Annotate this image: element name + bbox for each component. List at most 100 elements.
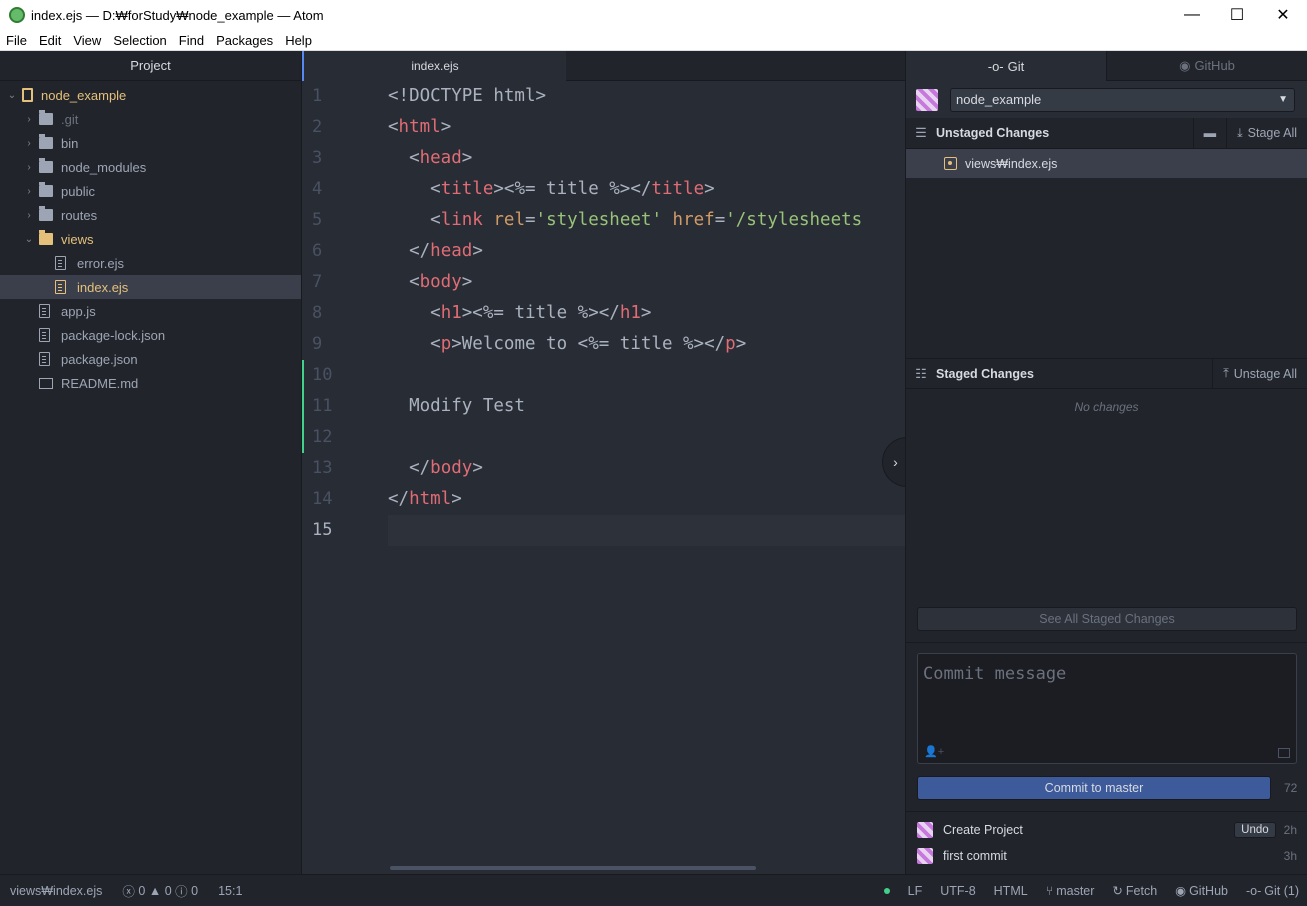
discard-all-button[interactable]: ▬ bbox=[1192, 117, 1227, 149]
menu-file[interactable]: File bbox=[0, 33, 33, 48]
tab-index-ejs[interactable]: index.ejs bbox=[302, 51, 566, 81]
tree-item-label: views bbox=[61, 231, 94, 247]
code-line[interactable] bbox=[388, 515, 905, 546]
code-line[interactable]: <p>Welcome to <%= title %></p> bbox=[388, 329, 905, 360]
horizontal-scrollbar[interactable] bbox=[390, 866, 756, 870]
recent-commit-item[interactable]: Create Project Undo 2h bbox=[906, 818, 1307, 842]
menu-selection[interactable]: Selection bbox=[107, 33, 172, 48]
file-icon bbox=[55, 256, 66, 270]
tab-github[interactable]: ◉ GitHub bbox=[1106, 51, 1307, 81]
fetch-button[interactable]: ↻ Fetch bbox=[1112, 883, 1158, 899]
unstage-all-label: Unstage All bbox=[1233, 366, 1297, 381]
expand-icon[interactable] bbox=[1278, 748, 1290, 758]
code-line[interactable]: <body> bbox=[388, 267, 905, 298]
tree-item[interactable]: package.json bbox=[0, 347, 301, 371]
tree-item-label: .git bbox=[61, 111, 79, 127]
avatar bbox=[916, 88, 938, 111]
remaining-char-count: 72 bbox=[1284, 781, 1298, 795]
tree-item[interactable]: error.ejs bbox=[0, 251, 301, 275]
recent-commit-item[interactable]: first commit 3h bbox=[906, 844, 1307, 868]
menu-find[interactable]: Find bbox=[173, 33, 210, 48]
linter-status[interactable]: ⓧ 0 ▲ 0 ⓘ 0 bbox=[122, 881, 198, 900]
tree-item-label: README.md bbox=[61, 375, 139, 391]
line-number: 11 bbox=[302, 391, 362, 422]
git-label: Git (1) bbox=[1264, 883, 1299, 898]
menu-view[interactable]: View bbox=[67, 33, 107, 48]
folder-icon bbox=[39, 134, 53, 149]
code-line[interactable]: <!DOCTYPE html> bbox=[388, 81, 905, 112]
line-number: 8 bbox=[312, 303, 323, 323]
tree-header[interactable]: Project bbox=[0, 51, 301, 81]
code-line[interactable] bbox=[388, 422, 905, 453]
tree-item[interactable]: › bin bbox=[0, 131, 301, 155]
tree-item[interactable]: README.md bbox=[0, 371, 301, 395]
menu-edit[interactable]: Edit bbox=[33, 33, 67, 48]
tree-item[interactable]: index.ejs bbox=[0, 275, 301, 299]
line-number: 2 bbox=[312, 117, 323, 137]
window-title: index.ejs — D:₩forStudy₩node_example — A… bbox=[31, 7, 324, 23]
code-line[interactable]: </html> bbox=[388, 484, 905, 515]
code-line[interactable]: <link rel='stylesheet' href='/stylesheet… bbox=[388, 205, 905, 236]
staged-header: ☷ Staged Changes ⤒ Unstage All bbox=[906, 358, 1307, 389]
close-button[interactable]: ✕ bbox=[1260, 0, 1306, 30]
maximize-button[interactable]: ☐ bbox=[1214, 0, 1260, 30]
chevron-right-icon: › bbox=[893, 454, 898, 470]
commit-message-editor[interactable]: Commit message 👤+ bbox=[917, 653, 1297, 764]
info-icon: ⓘ bbox=[175, 885, 188, 899]
minimize-button[interactable]: — bbox=[1169, 0, 1215, 30]
code-line[interactable]: <html> bbox=[388, 112, 905, 143]
code-line[interactable]: Modify Test bbox=[388, 391, 905, 422]
undo-button[interactable]: Undo bbox=[1234, 822, 1276, 838]
tab-git-label: Git bbox=[1007, 58, 1025, 74]
code-area[interactable]: <!DOCTYPE html> <html> <head> <title><%= … bbox=[388, 81, 905, 546]
avatar bbox=[917, 822, 933, 838]
encoding[interactable]: UTF-8 bbox=[940, 884, 975, 898]
git-panel: -o- Git ◉ GitHub node_example ▼ ☰ Unstag… bbox=[905, 51, 1307, 874]
stage-all-button[interactable]: ⤓ Stage All bbox=[1226, 117, 1307, 149]
menu-packages[interactable]: Packages bbox=[210, 33, 279, 48]
tree-root[interactable]: ⌄ node_example bbox=[0, 83, 301, 107]
repo-select[interactable]: node_example ▼ bbox=[950, 87, 1295, 112]
git-tabs: -o- Git ◉ GitHub bbox=[906, 51, 1307, 81]
tree-item-label: bin bbox=[61, 135, 79, 151]
code-line[interactable] bbox=[388, 360, 905, 391]
tree-item[interactable]: ⌄ views bbox=[0, 227, 301, 251]
tree-item[interactable]: app.js bbox=[0, 299, 301, 323]
cursor-position[interactable]: 15:1 bbox=[218, 884, 242, 898]
code-line[interactable]: </head> bbox=[388, 236, 905, 267]
unstage-all-button[interactable]: ⤒ Unstage All bbox=[1212, 358, 1307, 389]
see-all-staged-button[interactable]: See All Staged Changes bbox=[917, 607, 1297, 631]
tab-git[interactable]: -o- Git bbox=[906, 51, 1106, 81]
tree-item[interactable]: › routes bbox=[0, 203, 301, 227]
sync-status-dot bbox=[883, 887, 890, 894]
folder-icon bbox=[39, 158, 53, 173]
line-ending[interactable]: LF bbox=[908, 884, 923, 898]
tree-item[interactable]: package-lock.json bbox=[0, 323, 301, 347]
line-number: 13 bbox=[312, 458, 333, 478]
tree-item[interactable]: › public bbox=[0, 179, 301, 203]
code-line[interactable]: </body> bbox=[388, 453, 905, 484]
co-author-icon[interactable]: 👤+ bbox=[924, 745, 944, 758]
tree-item[interactable]: › node_modules bbox=[0, 155, 301, 179]
code-line[interactable]: <title><%= title %></title> bbox=[388, 174, 905, 205]
folder-icon bbox=[39, 206, 53, 221]
commit-time: 3h bbox=[1283, 849, 1297, 863]
commit-button[interactable]: Commit to master bbox=[917, 776, 1271, 800]
chevron-right-icon: › bbox=[27, 137, 31, 149]
commit-message: first commit bbox=[943, 849, 1007, 863]
grammar[interactable]: HTML bbox=[994, 884, 1028, 898]
branch-selector[interactable]: ⑂ master bbox=[1046, 884, 1095, 898]
code-line[interactable]: <h1><%= title %></h1> bbox=[388, 298, 905, 329]
unstaged-file-item[interactable]: views₩index.ejs bbox=[906, 149, 1307, 178]
tree-item-label: node_modules bbox=[61, 159, 147, 175]
menu-help[interactable]: Help bbox=[279, 33, 318, 48]
git-status[interactable]: -o- Git (1) bbox=[1246, 884, 1299, 898]
tree-item[interactable]: › .git bbox=[0, 107, 301, 131]
fetch-label: Fetch bbox=[1125, 883, 1158, 898]
github-status[interactable]: ◉ GitHub bbox=[1175, 883, 1228, 899]
book-icon bbox=[39, 377, 53, 389]
status-file-path[interactable]: views₩index.ejs bbox=[10, 884, 102, 898]
line-number: 6 bbox=[312, 241, 323, 261]
code-line[interactable]: <head> bbox=[388, 143, 905, 174]
staged-title: Staged Changes bbox=[936, 366, 1034, 381]
